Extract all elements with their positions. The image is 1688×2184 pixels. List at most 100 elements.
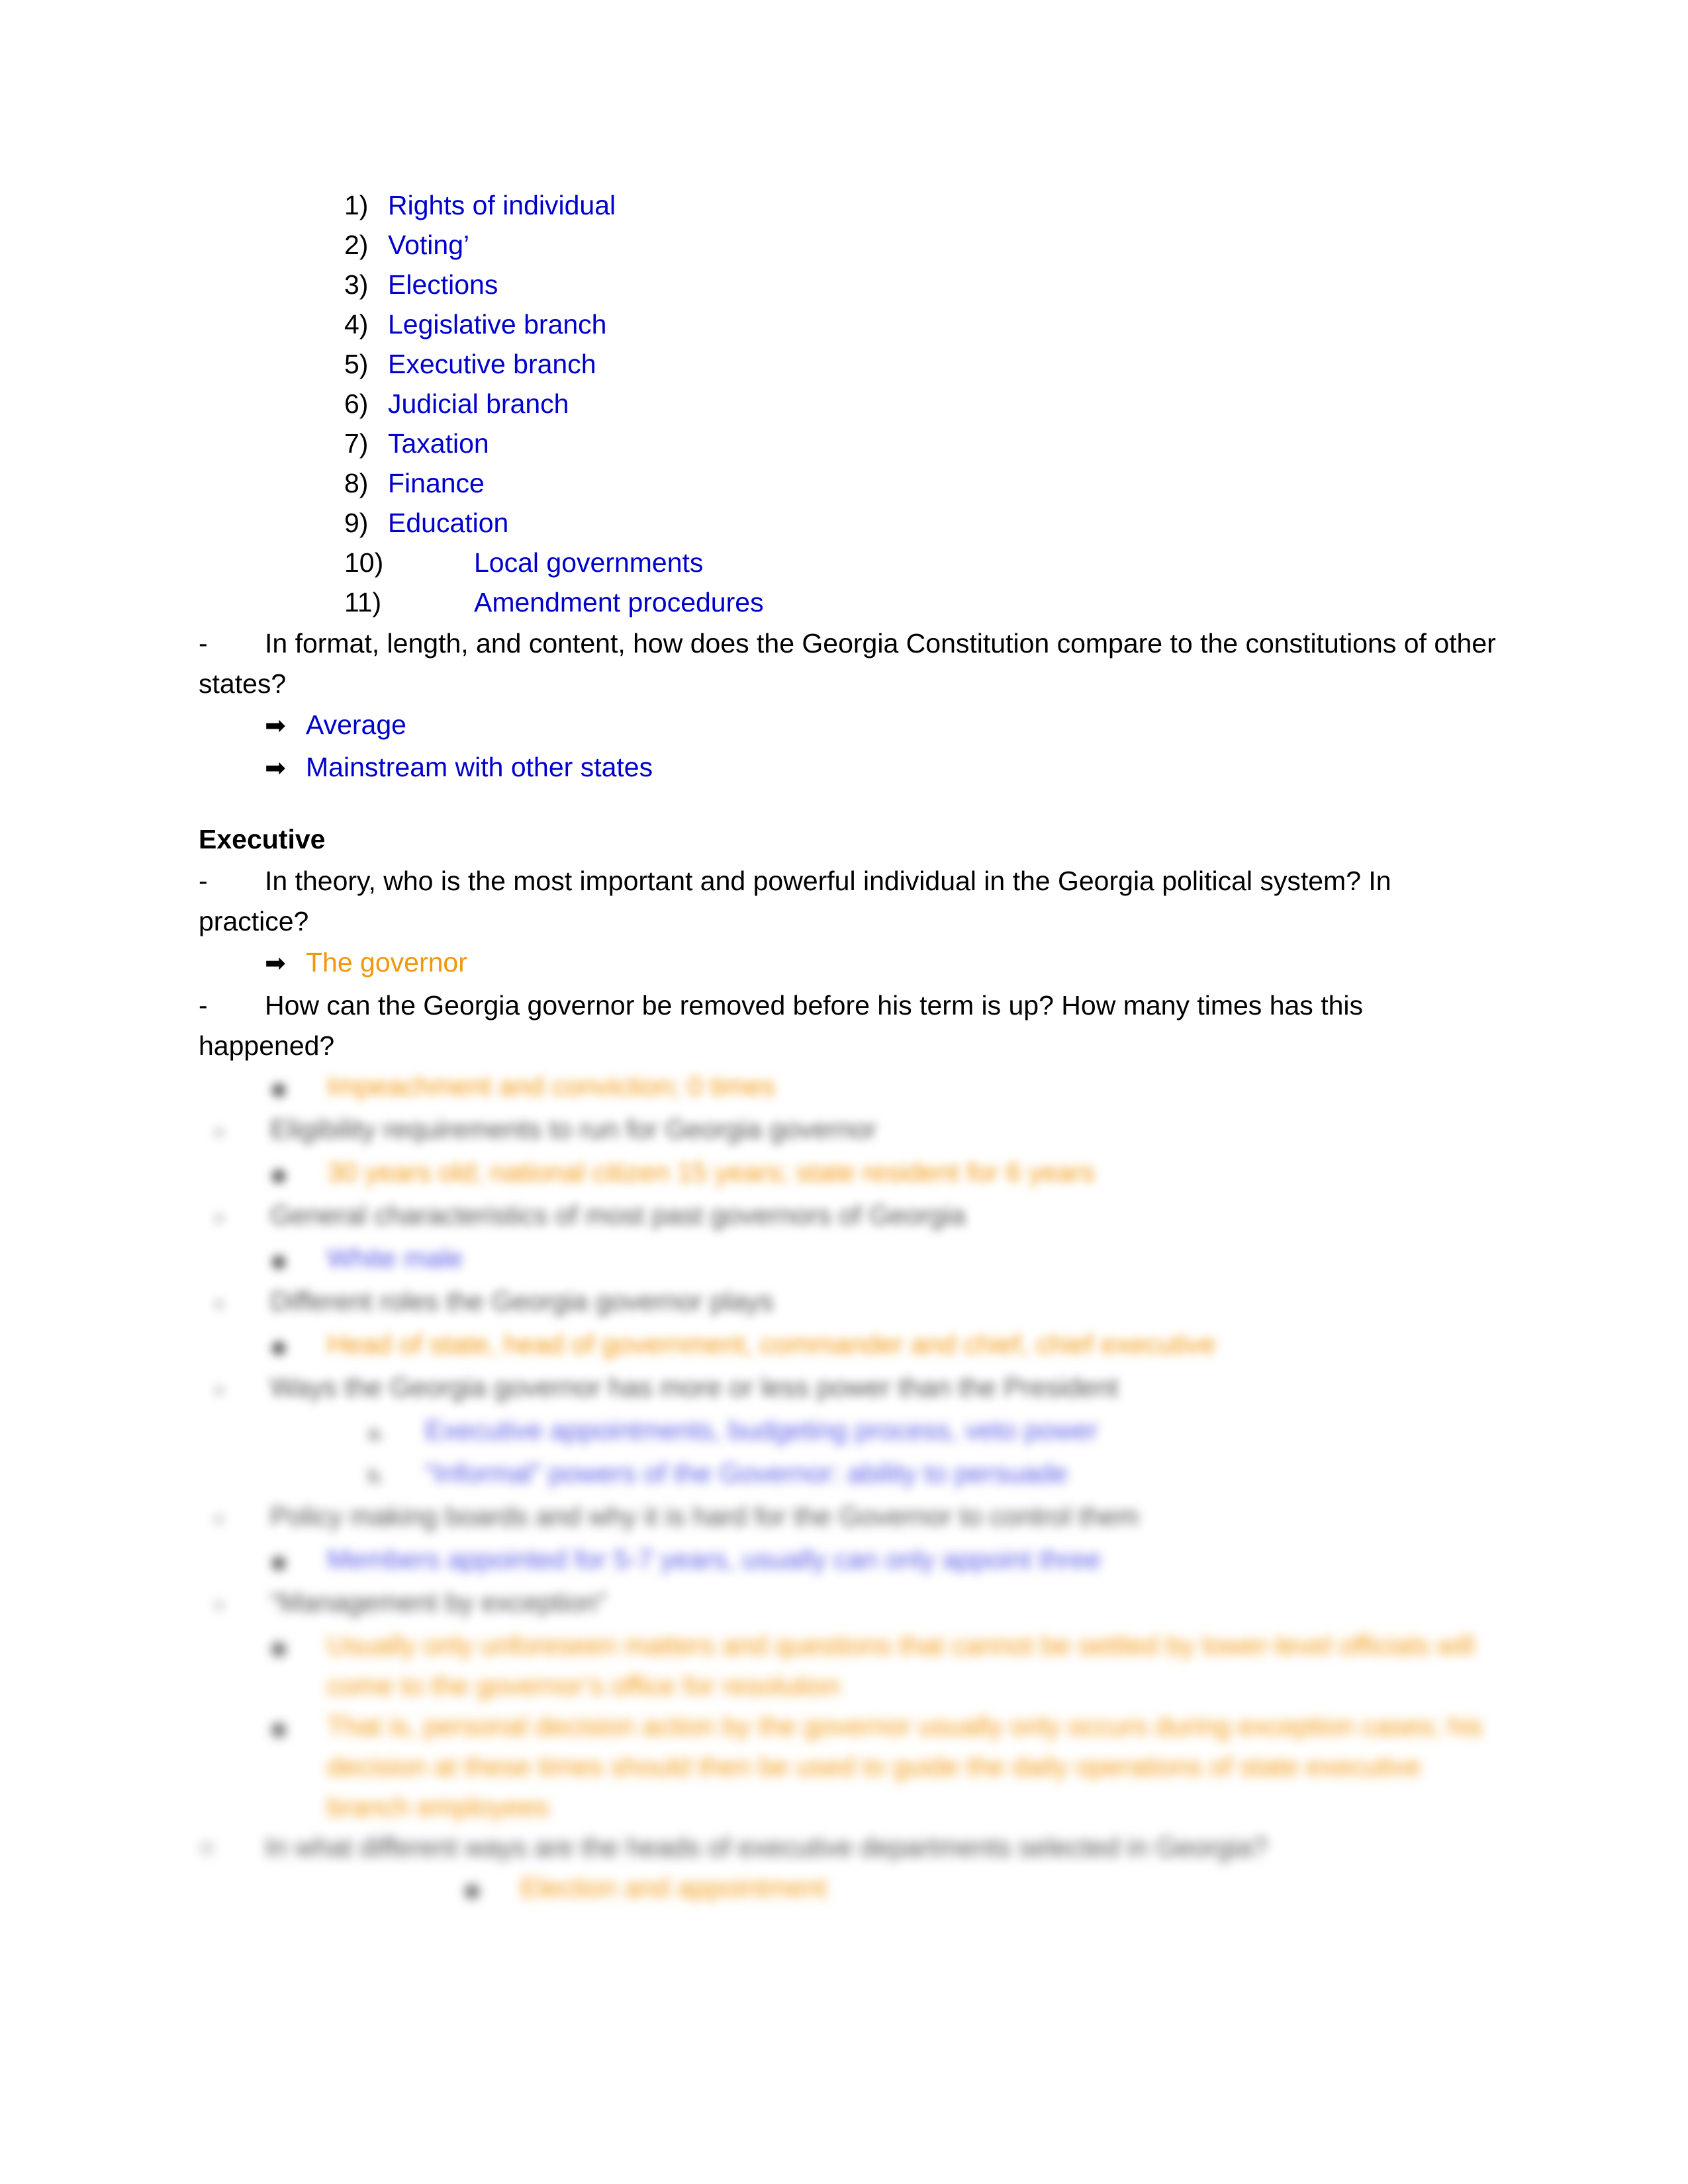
question-most-powerful-individual: - In theory, who is the most important an… xyxy=(199,861,1496,942)
list-item: 6) Judicial branch xyxy=(344,384,1496,424)
question-constitution-comparison: - In format, length, and content, how doe… xyxy=(199,623,1496,704)
list-item-label: Executive branch xyxy=(388,349,596,379)
bullet-icon: ○ xyxy=(213,1293,226,1315)
answer-text: 30 years old; national citizen 15 years;… xyxy=(327,1157,1096,1187)
bullet-icon: ○ xyxy=(213,1379,226,1401)
question-text: In theory, who is the most important and… xyxy=(199,866,1391,936)
list-item: ◉ White male xyxy=(199,1238,1496,1281)
bullet-icon: ◉ xyxy=(270,1718,288,1740)
answer-text: Members appointed for 5-7 years, usually… xyxy=(327,1544,1102,1574)
list-marker: a. xyxy=(368,1422,385,1444)
answer-text: Head of state, head of government, comma… xyxy=(327,1329,1216,1359)
bullet-icon: ◉ xyxy=(463,1880,481,1901)
list-item-label: Voting’ xyxy=(388,230,470,260)
question-text: Ways the Georgia governor has more or le… xyxy=(270,1372,1119,1402)
answer-text: Impeachment and conviction; 0 times xyxy=(327,1071,775,1101)
question-text: Policy making boards and why it is hard … xyxy=(270,1501,1139,1531)
list-marker: 5) xyxy=(344,349,369,379)
document-page: 1) Rights of individual 2) Voting’ 3) El… xyxy=(0,0,1688,2184)
list-item: 2) Voting’ xyxy=(344,225,1496,265)
question-text: In what different ways are the heads of … xyxy=(265,1832,1268,1862)
arrow-bullet-icon: ➡ xyxy=(265,950,286,978)
answer-text: Election and appointment xyxy=(520,1872,827,1903)
list-item: ◉ Head of state, head of government, com… xyxy=(199,1324,1496,1367)
answer-item: ➡ The governor xyxy=(265,942,1496,984)
list-item: 1) Rights of individual xyxy=(344,185,1496,225)
dash-bullet-icon: - xyxy=(199,628,208,659)
bullet-icon: ◉ xyxy=(270,1637,288,1659)
list-item: 10) Local governments xyxy=(344,543,1496,582)
constitution-topics-list: 1) Rights of individual 2) Voting’ 3) El… xyxy=(344,185,1496,622)
section-heading-executive: Executive xyxy=(199,824,326,854)
list-item: ○ Policy making boards and why it is har… xyxy=(199,1496,1496,1539)
list-item: 3) Elections xyxy=(344,265,1496,304)
list-item: ○ Different roles the Georgia governor p… xyxy=(199,1281,1496,1324)
dash-bullet-icon: - xyxy=(199,866,208,896)
list-marker: 1) xyxy=(344,190,369,220)
bullet-icon: ○ xyxy=(213,1594,226,1616)
list-marker: 11) xyxy=(344,587,382,617)
blurred-preview-region: ◉ Impeachment and conviction; 0 times ○ … xyxy=(199,1066,1496,1911)
list-item: 9) Education xyxy=(344,503,1496,543)
question-text: “Management by exception” xyxy=(270,1587,607,1617)
answer-text: That is, personal decision action by the… xyxy=(327,1711,1483,1822)
list-item: b. “Informal” powers of the Governor: ab… xyxy=(199,1453,1496,1496)
bullet-icon: ◉ xyxy=(270,1078,288,1100)
answer-text: Mainstream with other states xyxy=(306,752,653,782)
list-marker: 2) xyxy=(344,230,369,260)
list-marker: 4) xyxy=(344,309,369,340)
bullet-icon: ◉ xyxy=(270,1164,288,1186)
dash-bullet-icon: ○ xyxy=(199,1832,215,1862)
list-item: ◉ Impeachment and conviction; 0 times xyxy=(199,1066,1496,1109)
answer-item: ➡ Mainstream with other states xyxy=(265,747,1496,789)
list-marker: 10) xyxy=(344,547,384,578)
dash-bullet-icon: - xyxy=(199,990,208,1021)
list-marker: 3) xyxy=(344,269,369,300)
answer-text: “Informal” powers of the Governor: abili… xyxy=(425,1458,1068,1488)
answer-item: ➡ Average xyxy=(265,704,1496,747)
list-marker: b. xyxy=(368,1465,385,1487)
list-item-label: Judicial branch xyxy=(388,388,569,419)
list-item-label: Legislative branch xyxy=(388,309,607,340)
list-item: ○ Eligibility requirements to run for Ge… xyxy=(199,1109,1496,1152)
question-department-head-selection: ○ In what different ways are the heads of… xyxy=(199,1827,1496,1868)
answer-text: White male xyxy=(327,1243,463,1273)
bullet-icon: ◉ xyxy=(270,1551,288,1573)
list-item-label: Rights of individual xyxy=(388,190,616,220)
question-text: How can the Georgia governor be removed … xyxy=(199,990,1363,1061)
list-marker: 7) xyxy=(344,428,369,459)
bullet-icon: ◉ xyxy=(270,1336,288,1358)
bullet-icon: ○ xyxy=(213,1121,226,1143)
list-item: ◉ Usually only unforeseen matters and qu… xyxy=(199,1625,1496,1706)
question-governor-removal: - How can the Georgia governor be removed… xyxy=(199,985,1496,1066)
bullet-icon: ○ xyxy=(213,1207,226,1229)
list-marker: 6) xyxy=(344,388,369,419)
list-item: ○ General characteristics of most past g… xyxy=(199,1195,1496,1238)
answer-text: The governor xyxy=(306,947,467,978)
list-item: a. Executive appointments, budgeting pro… xyxy=(199,1410,1496,1453)
bullet-icon: ◉ xyxy=(270,1250,288,1272)
list-item-label: Amendment procedures xyxy=(474,587,764,617)
list-item: 7) Taxation xyxy=(344,424,1496,463)
list-marker: 8) xyxy=(344,468,369,498)
list-marker: 9) xyxy=(344,508,369,538)
answer-text: Usually only unforeseen matters and ques… xyxy=(327,1630,1475,1701)
list-item: ○ “Management by exception” xyxy=(199,1582,1496,1625)
list-item: 5) Executive branch xyxy=(344,344,1496,384)
answer-text: Average xyxy=(306,709,406,740)
question-text: Eligibility requirements to run for Geor… xyxy=(270,1114,877,1144)
list-item-label: Finance xyxy=(388,468,485,498)
question-text: General characteristics of most past gov… xyxy=(270,1200,966,1230)
question-text: In format, length, and content, how does… xyxy=(199,628,1496,699)
list-item: 4) Legislative branch xyxy=(344,304,1496,344)
arrow-bullet-icon: ➡ xyxy=(265,712,286,740)
arrow-bullet-icon: ➡ xyxy=(265,754,286,782)
question-text: Different roles the Georgia governor pla… xyxy=(270,1286,774,1316)
list-item-label: Elections xyxy=(388,269,498,300)
list-item: ◉ Election and appointment xyxy=(199,1868,1496,1911)
list-item: ○ Ways the Georgia governor has more or … xyxy=(199,1367,1496,1410)
bullet-icon: ○ xyxy=(213,1508,226,1530)
list-item-label: Local governments xyxy=(474,547,704,578)
list-item-label: Education xyxy=(388,508,509,538)
